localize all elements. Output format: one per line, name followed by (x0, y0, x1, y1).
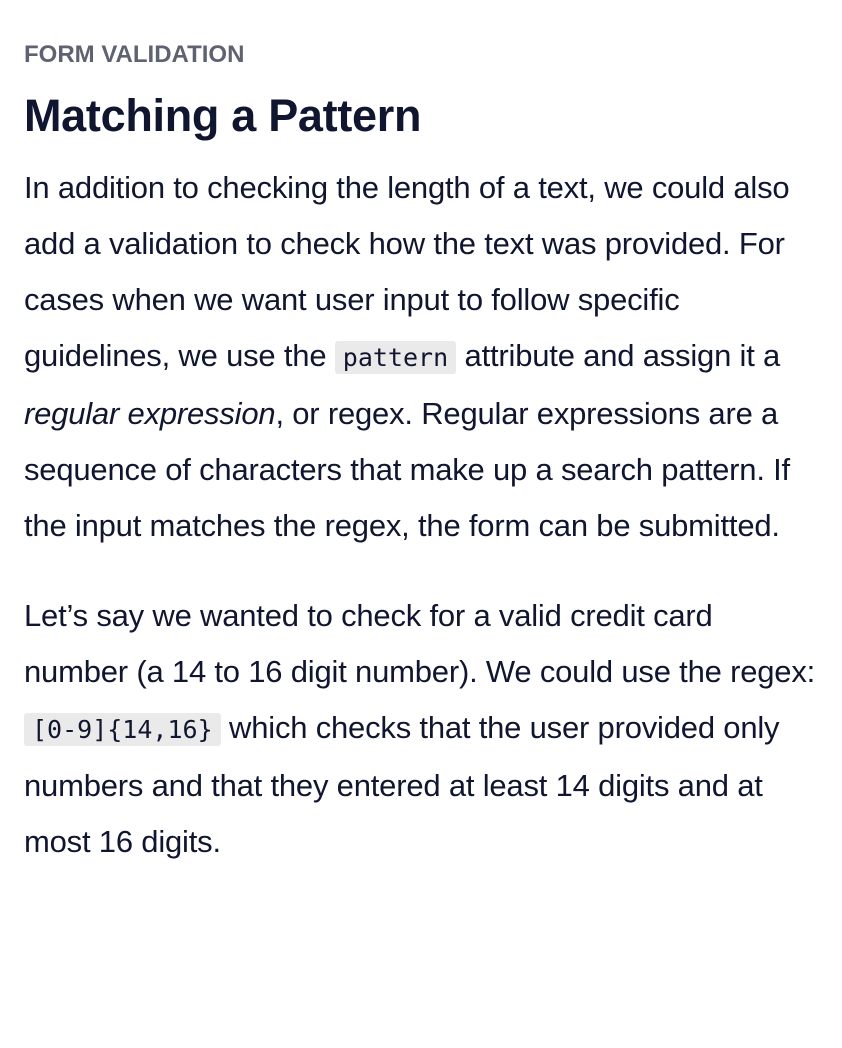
section-label: FORM VALIDATION (24, 41, 245, 68)
page-title: Matching a Pattern (24, 90, 422, 141)
paragraph-pattern-intro: In addition to checking the length of a … (24, 160, 818, 554)
article: FORM VALIDATION Matching a Pattern In ad… (0, 0, 842, 870)
paragraph-credit-card-example: Let’s say we wanted to check for a valid… (24, 588, 818, 870)
paragraph-text: Let’s say we wanted to check for a valid… (24, 598, 816, 689)
emphasis-regular-expression: regular expression (24, 396, 276, 431)
inline-code-pattern: pattern (334, 341, 457, 374)
inline-code-regex: [0-9]{14,16} (24, 713, 221, 746)
paragraph-text: attribute and assign it a (456, 338, 781, 373)
